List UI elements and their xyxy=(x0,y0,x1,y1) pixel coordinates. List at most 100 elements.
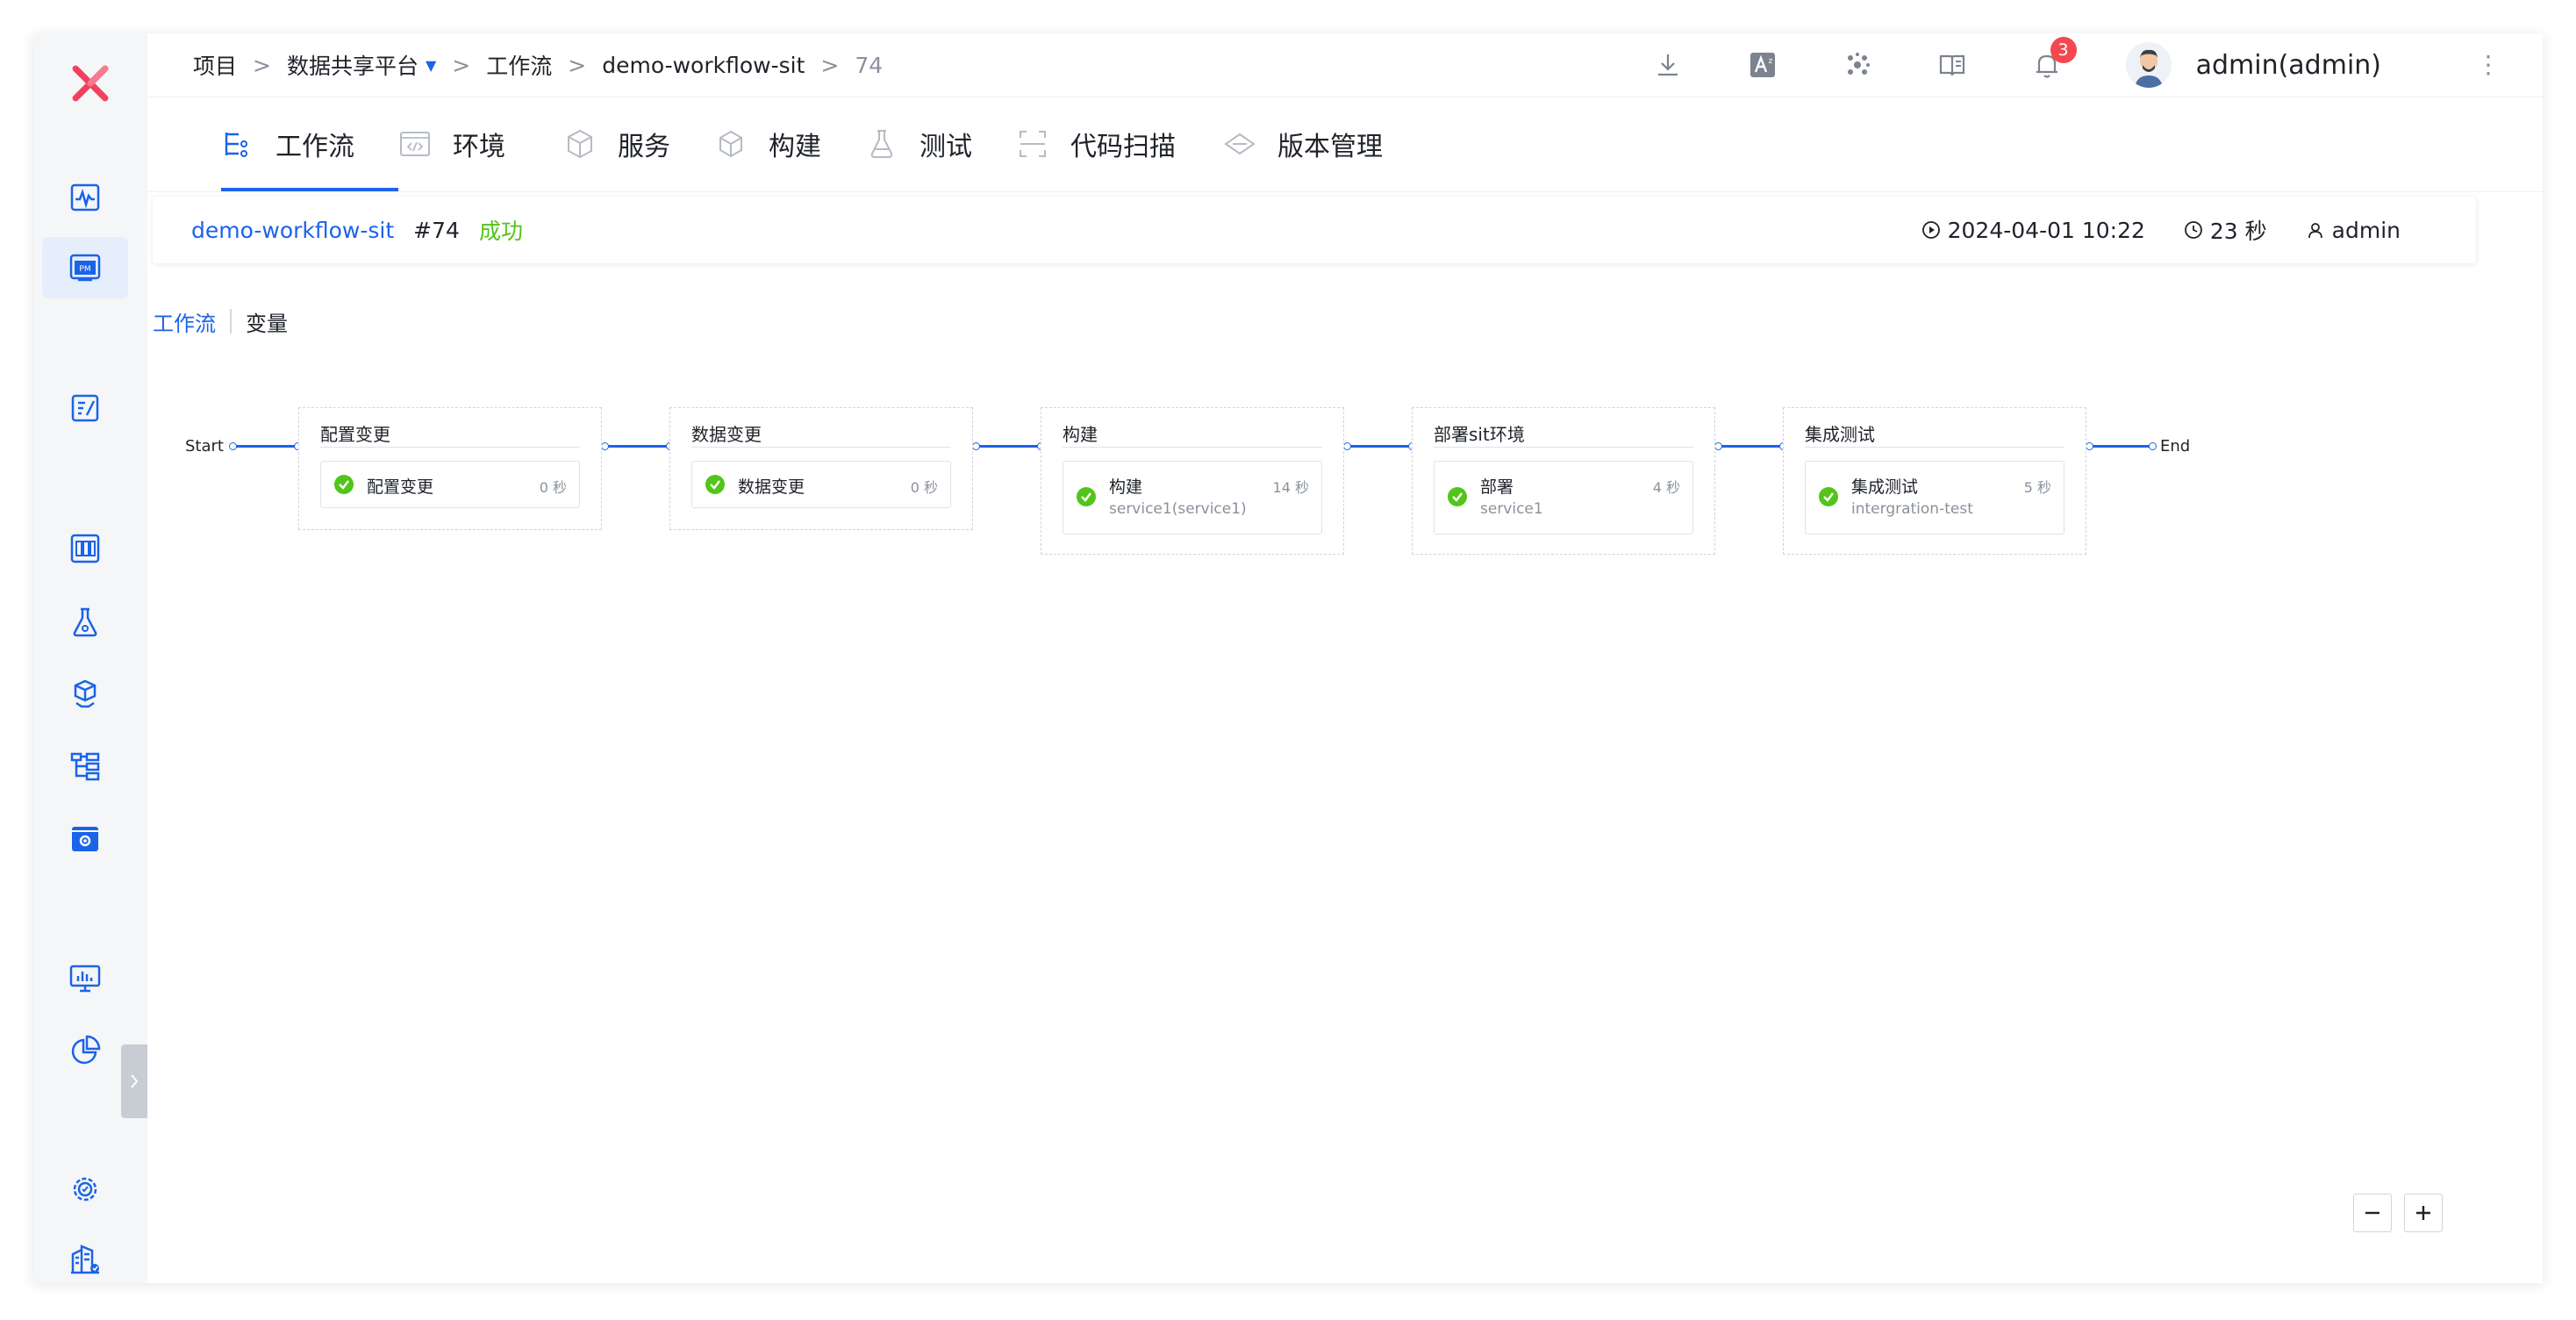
job-duration: 0 秒 xyxy=(910,479,938,496)
svg-text:z: z xyxy=(1768,57,1772,66)
flow-start-label: Start xyxy=(185,437,224,456)
breadcrumb-workflow-section[interactable]: 工作流 xyxy=(486,49,552,81)
tab-workflow[interactable]: 工作流 xyxy=(221,97,354,191)
connector xyxy=(1717,445,1784,448)
settings-gear-icon xyxy=(73,1177,97,1202)
minus-icon xyxy=(2365,1211,2379,1215)
detail-subtabs: 工作流 变量 xyxy=(153,304,288,339)
sidebar-item-insight[interactable] xyxy=(42,1020,128,1081)
flow-end-label: End xyxy=(2160,437,2191,456)
zoom-out-button[interactable] xyxy=(2353,1194,2392,1232)
subtab-variables[interactable]: 变量 xyxy=(246,306,288,337)
start-time: 2024-04-01 10:22 xyxy=(1921,218,2145,243)
tab-label: 环境 xyxy=(453,132,505,162)
job-service: service1 xyxy=(1480,500,1543,518)
avatar[interactable] xyxy=(2125,42,2172,88)
zoom-in-button[interactable] xyxy=(2404,1194,2443,1232)
sidebar-item-tests[interactable] xyxy=(42,592,128,653)
stage-title: 构建 xyxy=(1063,424,1098,445)
connector-port xyxy=(1714,442,1722,450)
stage-card: 构建 构建 service1(service1) 14 秒 xyxy=(1041,407,1344,555)
tab-environment[interactable]: 环境 xyxy=(398,97,505,191)
divider xyxy=(691,447,951,448)
notification-bell-icon[interactable]: 3 xyxy=(2031,37,2077,81)
download-icon[interactable] xyxy=(1652,49,1684,81)
run-number: #74 xyxy=(413,217,460,243)
active-tab-indicator xyxy=(221,188,398,191)
sidebar-item-projects[interactable]: PM xyxy=(42,237,128,298)
sidebar-item-settings-box[interactable] xyxy=(42,807,128,869)
workflow-icon xyxy=(225,133,247,157)
package-hand-icon xyxy=(74,679,97,708)
job-duration: 0 秒 xyxy=(539,479,567,496)
sidebar-item-dashboard[interactable] xyxy=(42,167,128,228)
environment-icon xyxy=(400,132,430,156)
user-icon xyxy=(2308,223,2322,239)
workflow-name-link[interactable]: demo-workflow-sit xyxy=(191,218,394,243)
subtab-workflow[interactable]: 工作流 xyxy=(153,306,216,337)
connector xyxy=(232,445,298,448)
job-duration: 4 秒 xyxy=(1652,479,1680,496)
subtab-divider xyxy=(230,309,232,334)
breadcrumb-separator: > xyxy=(568,52,587,78)
duration: 23 秒 xyxy=(2184,214,2267,246)
cluster-nodes-icon[interactable] xyxy=(1842,49,1873,81)
sidebar-item-plans[interactable] xyxy=(42,377,128,439)
sidebar-item-monitor[interactable] xyxy=(42,948,128,1009)
job-service: intergration-test xyxy=(1851,500,1973,518)
job-duration: 5 秒 xyxy=(2023,479,2051,496)
plus-icon xyxy=(2416,1206,2430,1220)
breadcrumb-platform[interactable]: 数据共享平台 xyxy=(287,49,419,81)
docs-book-icon[interactable] xyxy=(1936,49,1968,81)
breadcrumb-projects[interactable]: 项目 xyxy=(193,49,237,81)
connector-port xyxy=(972,442,980,450)
logo-icon[interactable] xyxy=(60,53,121,114)
caret-down-icon[interactable]: ▼ xyxy=(426,57,436,74)
tab-version[interactable]: 版本管理 xyxy=(1223,97,1383,191)
stage-card: 集成测试 集成测试 intergration-test 5 秒 xyxy=(1783,407,2086,555)
job-name: 数据变更 xyxy=(738,477,805,497)
connector-port xyxy=(2149,442,2157,450)
tab-code-scan[interactable]: 代码扫描 xyxy=(1016,97,1176,191)
job-card[interactable]: 数据变更 0 秒 xyxy=(691,461,951,508)
sidebar-item-enterprise[interactable] xyxy=(42,1229,128,1283)
user-name[interactable]: admin(admin) xyxy=(2196,50,2381,81)
sidebar-collapse-toggle[interactable] xyxy=(121,1044,147,1118)
tab-test[interactable]: 测试 xyxy=(865,97,972,191)
breadcrumb-separator: > xyxy=(253,52,271,78)
code-scan-icon xyxy=(1020,131,1046,157)
stage-card: 数据变更 数据变更 0 秒 xyxy=(669,407,973,530)
sidebar-item-artifacts[interactable] xyxy=(42,664,128,725)
run-summary-card: demo-workflow-sit #74 成功 2024-04-01 10:2… xyxy=(153,197,2476,263)
connector xyxy=(604,445,670,448)
triggered-by: admin xyxy=(2306,218,2401,243)
connector xyxy=(2088,445,2153,448)
stage-card: 部署sit环境 部署 service1 4 秒 xyxy=(1412,407,1715,555)
success-check-icon xyxy=(334,475,354,494)
chevron-right-icon xyxy=(131,1074,139,1088)
sidebar-item-pipelines[interactable] xyxy=(42,735,128,797)
translate-icon[interactable]: z xyxy=(1747,49,1778,81)
job-card[interactable]: 部署 service1 4 秒 xyxy=(1434,461,1693,534)
breadcrumb-workflow[interactable]: demo-workflow-sit xyxy=(602,53,805,78)
flask-icon xyxy=(73,607,97,637)
sidebar-item-system-settings[interactable] xyxy=(42,1159,128,1220)
duration-value: 23 秒 xyxy=(2209,219,2267,244)
job-name: 部署 xyxy=(1480,477,1514,497)
job-card[interactable]: 构建 service1(service1) 14 秒 xyxy=(1063,461,1322,534)
more-vertical-icon[interactable]: ⋮ xyxy=(2476,53,2501,77)
sidebar-item-builds[interactable] xyxy=(42,518,128,579)
tab-build[interactable]: 构建 xyxy=(714,97,821,191)
tab-label: 工作流 xyxy=(275,132,354,162)
job-card[interactable]: 集成测试 intergration-test 5 秒 xyxy=(1805,461,2064,534)
svg-text:PM: PM xyxy=(79,265,90,274)
start-time-value: 2024-04-01 10:22 xyxy=(1947,217,2145,243)
connector-port xyxy=(2086,442,2093,450)
job-name: 集成测试 xyxy=(1851,477,1919,497)
monitor-chart-icon xyxy=(69,965,101,993)
success-check-icon xyxy=(1819,487,1838,506)
connector-port xyxy=(229,442,237,450)
module-tabs: 工作流 环境 服务 构建 测试 代码扫描 版本管理 xyxy=(147,97,2543,192)
job-card[interactable]: 配置变更 0 秒 xyxy=(320,461,580,508)
tab-service[interactable]: 服务 xyxy=(563,97,670,191)
